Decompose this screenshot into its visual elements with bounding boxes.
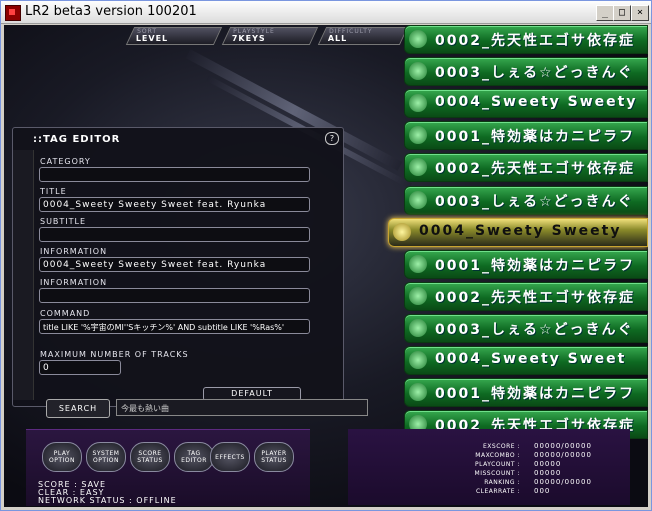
song-title: 0004_Sweety Sweety <box>435 94 638 111</box>
system-option-line1: SYSTEM <box>92 450 120 457</box>
tag-editor-line1: TAG <box>187 450 201 457</box>
system-option-line2: OPTION <box>93 457 119 464</box>
max-tracks-field[interactable]: 0 <box>39 360 121 375</box>
information-field[interactable]: 0004_Sweety Sweety Sweet feat. Ryunka <box>39 257 310 272</box>
network-status-text: NETWORK STATUS : OFFLINE <box>38 496 177 505</box>
search-button[interactable]: SEARCH <box>46 399 110 418</box>
song-list-item[interactable]: 0002_先天性エゴサ依存症 <box>404 281 648 311</box>
maxcombo-value: 00000/00000 <box>534 451 592 459</box>
song-title: 0002_先天性エゴサ依存症 <box>435 289 635 306</box>
search-input[interactable]: 今最も熱い曲 <box>116 399 368 416</box>
misscount-value: 00000 <box>534 469 562 477</box>
close-button[interactable]: × <box>631 5 649 21</box>
category-label: CATEGORY <box>40 157 91 166</box>
song-title: 0001_特効薬はカニピラフ <box>435 257 635 274</box>
play-option-button[interactable]: PLAY OPTION <box>42 442 82 472</box>
ranking-label: RANKING : <box>484 479 520 486</box>
app-icon <box>5 5 21 21</box>
editor-sidebar <box>13 150 34 400</box>
tab-difficulty-value: ALL <box>327 34 348 43</box>
effects-button[interactable]: EFFECTS <box>210 442 250 472</box>
exscore-value: 00000/00000 <box>534 442 592 450</box>
song-list-item[interactable]: 0004_Sweety Sweety <box>404 89 648 119</box>
song-title: 0002_先天性エゴサ依存症 <box>435 161 635 178</box>
song-title: 0003_しぇる☆どっきんぐ <box>435 193 634 210</box>
stats-panel: EXSCORE : 00000/00000 MAXCOMBO : 00000/0… <box>348 429 630 505</box>
ranking-value: 00000/00000 <box>534 478 592 486</box>
category-field[interactable] <box>39 167 310 182</box>
song-list-item[interactable]: 0003_しぇる☆どっきんぐ <box>404 313 648 343</box>
tab-sort[interactable]: SORT LEVEL <box>125 27 223 45</box>
tab-difficulty[interactable]: DIFFICULTY ALL <box>317 27 409 45</box>
tab-sort-value: LEVEL <box>135 34 169 43</box>
song-title: 0003_しぇる☆どっきんぐ <box>435 65 634 82</box>
app-window: LR2 beta3 version 100201 _ □ × SORT LEVE… <box>0 0 652 511</box>
play-option-line2: OPTION <box>49 457 75 464</box>
player-status-line1: PLAYER <box>261 450 287 457</box>
song-list-item[interactable]: 0003_しぇる☆どっきんぐ <box>404 185 648 215</box>
window-title: LR2 beta3 version 100201 <box>25 4 197 19</box>
song-list-item[interactable]: 0001_特効薬はカニピラフ <box>404 378 648 408</box>
max-tracks-label: MAXIMUM NUMBER OF TRACKS <box>40 350 189 359</box>
song-title: 0004_Sweety Sweet <box>435 351 627 367</box>
play-option-line1: PLAY <box>53 450 71 457</box>
information-label: INFORMATION <box>40 247 108 256</box>
title-bar[interactable]: LR2 beta3 version 100201 _ □ × <box>1 1 651 24</box>
effects-line1: EFFECTS <box>215 454 245 461</box>
tag-editor-button[interactable]: TAG EDITOR <box>174 442 214 472</box>
song-title: 0004_Sweety Sweety <box>419 222 622 239</box>
tab-playstyle-value: 7KEYS <box>231 34 266 43</box>
player-status-button[interactable]: PLAYER STATUS <box>254 442 294 472</box>
song-list-item[interactable]: 0002_先天性エゴサ依存症 <box>404 153 648 183</box>
command-field[interactable]: title LIKE '%宇宙のMI''Sキッチン%' AND subtitle… <box>39 319 310 334</box>
tag-editor-title: ::TAG EDITOR <box>33 134 121 145</box>
song-list-item[interactable]: 0001_特効薬はカニピラフ <box>404 249 648 279</box>
clearrate-label: CLEARRATE : <box>475 488 520 495</box>
tab-playstyle[interactable]: PLAYSTYLE 7KEYS <box>221 27 319 45</box>
playcount-value: 00000 <box>534 460 562 468</box>
command-label: COMMAND <box>40 309 91 318</box>
title-field[interactable]: 0004_Sweety Sweety Sweet feat. Ryunka <box>39 197 310 212</box>
game-client-area: SORT LEVEL PLAYSTYLE 7KEYS DIFFICULTY AL… <box>4 25 648 507</box>
song-list-item[interactable]: 0001_特効薬はカニピラフ <box>404 121 648 151</box>
maximize-button[interactable]: □ <box>613 5 631 21</box>
playcount-label: PLAYCOUNT : <box>475 461 520 468</box>
song-list-item[interactable]: 0003_しぇる☆どっきんぐ <box>404 57 648 87</box>
tag-editor-line2: EDITOR <box>181 457 207 464</box>
minimize-button[interactable]: _ <box>596 5 614 21</box>
score-status-line1: SCORE <box>138 450 162 457</box>
subtitle-field[interactable] <box>39 227 310 242</box>
system-option-button[interactable]: SYSTEM OPTION <box>86 442 126 472</box>
title-label: TITLE <box>40 187 67 196</box>
score-status-button[interactable]: SCORE STATUS <box>130 442 170 472</box>
information-label-2: INFORMATION <box>40 278 108 287</box>
song-title: 0001_特効薬はカニピラフ <box>435 386 635 403</box>
tag-editor-panel: ::TAG EDITOR ? CATEGORY TITLE 0004_Sweet… <box>12 127 344 407</box>
song-list-item[interactable]: 0004_Sweety Sweety <box>388 217 648 247</box>
exscore-label: EXSCORE : <box>482 443 520 450</box>
maxcombo-label: MAXCOMBO : <box>475 452 520 459</box>
song-title: 0003_しぇる☆どっきんぐ <box>435 321 634 338</box>
song-title: 0001_特効薬はカニピラフ <box>435 129 635 146</box>
score-status-line2: STATUS <box>137 457 163 464</box>
misscount-label: MISSCOUNT : <box>474 470 520 477</box>
clearrate-value: 000 <box>534 487 551 495</box>
song-list-item[interactable]: 0004_Sweety Sweet <box>404 346 648 375</box>
song-list-item[interactable]: 0002_先天性エゴサ依存症 <box>404 25 648 54</box>
player-status-line2: STATUS <box>261 457 287 464</box>
subtitle-label: SUBTITLE <box>40 217 87 226</box>
song-title: 0002_先天性エゴサ依存症 <box>435 33 635 49</box>
information-field-2[interactable] <box>39 288 310 303</box>
help-icon[interactable]: ? <box>325 132 339 145</box>
